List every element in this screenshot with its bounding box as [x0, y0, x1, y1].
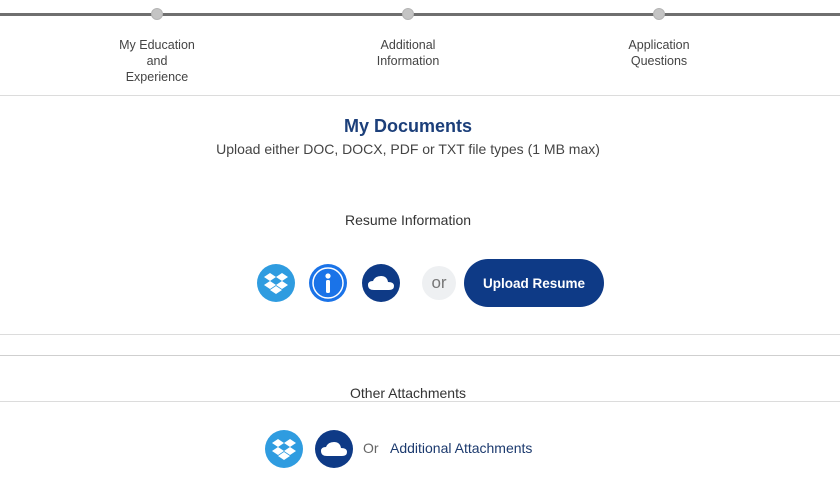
page-title: My Documents [343, 116, 473, 136]
onedrive-icon[interactable] [315, 430, 353, 468]
step-label-education[interactable]: My Education and Experience [87, 37, 227, 85]
attachments-section-title: Other Attachments [350, 385, 466, 401]
step-dot-education[interactable] [151, 8, 163, 20]
step-dot-additional-info[interactable] [402, 8, 414, 20]
additional-attachments-link[interactable]: Additional Attachments [390, 440, 532, 456]
dropbox-icon[interactable] [257, 264, 295, 302]
resume-divider-top [0, 334, 840, 335]
onedrive-icon[interactable] [362, 264, 400, 302]
resume-section-title: Resume Information [344, 212, 472, 228]
progress-track [0, 13, 840, 16]
file-type-hint: Upload either DOC, DOCX, PDF or TXT file… [216, 141, 600, 157]
or-separator: or [422, 266, 456, 300]
step-label-application-questions[interactable]: Application Questions [589, 37, 729, 69]
resume-divider-bottom [0, 355, 840, 356]
or-separator-attachments: Or [363, 440, 379, 456]
dropbox-icon[interactable] [265, 430, 303, 468]
header-divider [0, 95, 840, 96]
indeed-icon[interactable] [309, 264, 347, 302]
attachments-divider [0, 401, 840, 402]
upload-resume-button[interactable]: Upload Resume [464, 259, 604, 307]
step-dot-application-questions[interactable] [653, 8, 665, 20]
step-label-additional-info[interactable]: Additional Information [338, 37, 478, 69]
